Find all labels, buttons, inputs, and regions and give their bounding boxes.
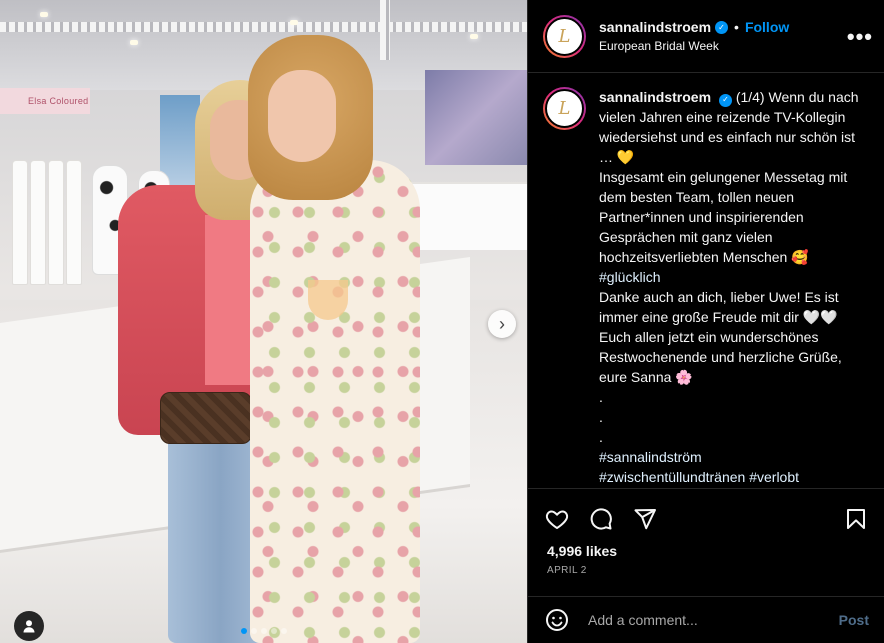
person-face <box>268 70 336 162</box>
comment-input[interactable] <box>588 612 839 628</box>
action-bar <box>544 505 869 533</box>
caption-line: Danke auch an dich, lieber Uwe! Es ist i… <box>599 289 843 325</box>
garment <box>12 160 28 285</box>
comment-button[interactable] <box>588 506 614 532</box>
heart-icon <box>545 510 569 529</box>
post-header: L sannalindstroem ✓ • Follow European Br… <box>528 0 884 73</box>
avatar[interactable]: L <box>543 14 586 58</box>
comment-icon <box>590 508 612 530</box>
more-options-button[interactable]: ••• <box>847 24 873 50</box>
chevron-right-icon: › <box>499 313 505 334</box>
likes-count[interactable]: 4,996 likes <box>547 543 617 559</box>
tagged-users-button[interactable] <box>14 611 44 641</box>
caption-line: Insgesamt ein gelungener Messetag mit de… <box>599 169 852 265</box>
carousel-dot <box>261 628 267 634</box>
caption-line: . <box>599 429 603 445</box>
emoji-button[interactable] <box>544 607 570 633</box>
handbag <box>160 392 252 444</box>
post-side-panel: L sannalindstroem ✓ • Follow European Br… <box>527 0 884 643</box>
carousel-dot <box>281 628 287 634</box>
hashtag-list: #sannalindström #zwischentüllundtränen #v… <box>599 447 869 487</box>
ceiling-light <box>290 20 298 25</box>
ceiling-truss <box>0 22 527 32</box>
avatar[interactable]: L <box>543 87 586 130</box>
follow-button[interactable]: Follow <box>745 19 789 35</box>
actions-section: 4,996 likes APRIL 2 <box>528 488 884 596</box>
like-button[interactable] <box>544 506 570 532</box>
verified-icon: ✓ <box>715 20 729 34</box>
header-text: sannalindstroem ✓ • Follow European Brid… <box>599 19 789 53</box>
comment-bar: Post <box>528 596 884 643</box>
avatar-logo: L <box>545 16 584 56</box>
caption-section: L sannalindstroem ✓ (1/4) Wenn du nach v… <box>528 73 884 488</box>
save-button[interactable] <box>843 506 869 532</box>
ceiling-light <box>470 34 478 39</box>
caption-username[interactable]: sannalindstroem <box>599 89 711 105</box>
hashtag-link[interactable]: #glücklich <box>599 269 660 285</box>
garment <box>30 160 46 285</box>
share-icon <box>634 509 656 530</box>
garment <box>48 160 64 285</box>
booth-sign: Elsa Coloured <box>0 88 90 114</box>
bookmark-icon <box>847 509 865 529</box>
carousel-dot <box>251 628 257 634</box>
person-icon <box>23 620 35 633</box>
carousel-dot <box>271 628 277 634</box>
caption-text: sannalindstroem ✓ (1/4) Wenn du nach vie… <box>599 87 869 488</box>
verified-icon: ✓ <box>718 93 732 107</box>
post-date: APRIL 2 <box>547 565 587 576</box>
hashtag-link[interactable]: #zwischentüllundtränen #verlobt <box>599 467 869 487</box>
carousel-dots <box>241 628 287 634</box>
hashtag-link[interactable]: #sannalindström <box>599 447 869 467</box>
garment <box>66 160 82 285</box>
caption-line: . <box>599 409 603 425</box>
post-comment-button[interactable]: Post <box>839 612 869 628</box>
username-link[interactable]: sannalindstroem <box>599 19 711 35</box>
ceiling-light <box>40 12 48 17</box>
caption-line: . <box>599 389 603 405</box>
wine-glass <box>308 280 348 320</box>
share-button[interactable] <box>632 506 658 532</box>
emoji-icon <box>546 609 568 631</box>
header-row: sannalindstroem ✓ • Follow <box>599 19 789 35</box>
location-link[interactable]: European Bridal Week <box>599 39 789 53</box>
separator-bullet: • <box>734 19 739 35</box>
ceiling-truss <box>380 0 390 60</box>
background-screen <box>425 70 527 165</box>
avatar-logo: L <box>545 89 584 128</box>
carousel-dot <box>241 628 247 634</box>
next-slide-button[interactable]: › <box>488 310 516 338</box>
exhibition-counter <box>405 182 527 250</box>
ceiling-light <box>130 40 138 45</box>
caption-line: Euch allen jetzt ein wunderschönes Restw… <box>599 329 846 385</box>
post-photo[interactable]: Elsa Coloured › <box>0 0 527 643</box>
floral-dress <box>250 160 420 643</box>
